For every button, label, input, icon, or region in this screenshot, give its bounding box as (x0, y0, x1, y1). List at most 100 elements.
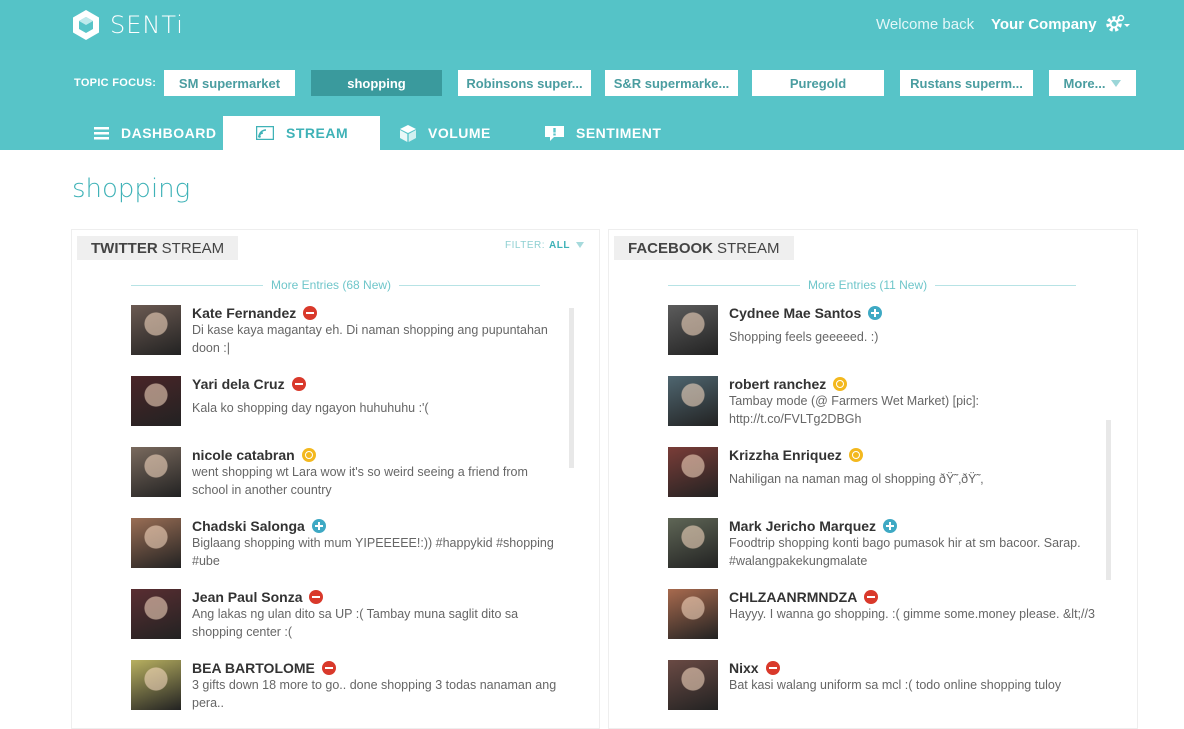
twitter-more-entries[interactable]: More Entries (68 New) (131, 278, 540, 292)
facebook-title-rest: STREAM (717, 239, 780, 257)
tab-dashboard[interactable]: DASHBOARD (94, 116, 217, 150)
twitter-title-bold: TWITTER (91, 239, 158, 257)
entry-author[interactable]: Mark Jericho Marquez (729, 518, 898, 534)
topic-more-dropdown[interactable]: More... (1049, 70, 1136, 96)
entry-text: Nahiligan na naman mag ol shopping ðŸ˜‚ð… (729, 472, 984, 486)
facebook-title-bold: FACEBOOK (628, 239, 714, 257)
entry-text: Biglaang shopping with mum YIPEEEEE!:)) … (192, 536, 554, 568)
entry-text: Foodtrip shopping konti bago pumasok hir… (729, 536, 1081, 568)
sentiment-neutral-icon (848, 448, 863, 462)
entry-text: Kala ko shopping day ngayon huhuhuhu :'( (192, 401, 429, 415)
twitter-more-entries-link[interactable]: More Entries (68 New) (271, 278, 391, 292)
filter-label: FILTER: (505, 240, 545, 251)
welcome-text: Welcome back (876, 16, 975, 33)
avatar[interactable] (668, 376, 718, 426)
author-name: Yari dela Cruz (192, 376, 285, 392)
avatar[interactable] (131, 447, 181, 497)
topic-puregold[interactable]: Puregold (752, 70, 884, 96)
topic-more-label: More... (1063, 75, 1106, 91)
avatar[interactable] (131, 589, 181, 639)
facebook-scrollbar[interactable] (1106, 420, 1111, 580)
menu-icon (94, 126, 109, 139)
cube-icon (400, 124, 416, 142)
avatar[interactable] (131, 518, 181, 568)
facebook-more-entries-link[interactable]: More Entries (11 New) (808, 278, 927, 292)
tab-volume[interactable]: VOLUME (400, 116, 491, 150)
author-name: Chadski Salonga (192, 518, 305, 534)
filter-value: ALL (548, 240, 570, 251)
topic-sm-supermarket[interactable]: SM supermarket (164, 70, 295, 96)
sentiment-positive-icon (311, 519, 326, 533)
entry-author[interactable]: Chadski Salonga (192, 518, 326, 534)
entry-author[interactable]: robert ranchez (729, 376, 848, 392)
author-name: BEA BARTOLOME (192, 660, 315, 676)
author-name: Krizzha Enriquez (729, 447, 842, 463)
divider (935, 284, 1076, 286)
sentiment-positive-icon (883, 519, 898, 533)
entry-author[interactable]: CHLZAANRMNDZA (729, 589, 879, 605)
author-name: Mark Jericho Marquez (729, 518, 877, 534)
avatar[interactable] (668, 660, 718, 710)
speech-bubble-icon (545, 125, 564, 141)
entry-text: Ang lakas ng ulan dito sa UP :( Tambay m… (192, 607, 519, 639)
twitter-scrollbar[interactable] (569, 308, 574, 468)
hexagon-logo-icon (73, 10, 99, 40)
avatar[interactable] (668, 589, 718, 639)
author-name: Cydnee Mae Santos (729, 305, 862, 321)
author-name: Jean Paul Sonza (192, 589, 303, 605)
entry-author[interactable]: Krizzha Enriquez (729, 447, 863, 463)
avatar[interactable] (668, 518, 718, 568)
divider (399, 284, 540, 286)
topic-shopping[interactable]: shopping (311, 70, 442, 96)
sentiment-negative-icon (309, 590, 324, 604)
sentiment-negative-icon (864, 590, 879, 604)
topic-sr-supermarket[interactable]: S&R supermarke... (605, 70, 738, 96)
entry-author[interactable]: Cydnee Mae Santos (729, 305, 883, 321)
entry-text: went shopping wt Lara wow it's so weird … (192, 465, 528, 497)
twitter-stream-header: TWITTER STREAM (77, 236, 239, 260)
entry-text: Bat kasi walang uniform sa mcl :( todo o… (729, 678, 1062, 692)
entry-author[interactable]: Kate Fernandez (192, 305, 318, 321)
sentiment-negative-icon (303, 306, 318, 320)
tab-stream[interactable]: STREAM (223, 116, 380, 150)
company-name[interactable]: Your Company (991, 16, 1097, 33)
chevron-down-icon (575, 242, 584, 249)
topic-robinsons-supermarket[interactable]: Robinsons super... (458, 70, 591, 96)
sentiment-neutral-icon (301, 448, 316, 462)
avatar[interactable] (131, 376, 181, 426)
avatar[interactable] (668, 447, 718, 497)
tab-sentiment-label: SENTIMENT (576, 125, 662, 141)
avatar[interactable] (668, 305, 718, 355)
sentiment-positive-icon (868, 306, 883, 320)
facebook-more-entries[interactable]: More Entries (11 New) (668, 278, 1076, 292)
author-name: CHLZAANRMNDZA (729, 589, 858, 605)
sentiment-neutral-icon (833, 377, 848, 391)
entry-author[interactable]: Jean Paul Sonza (192, 589, 324, 605)
entry-text: Tambay mode (@ Farmers Wet Market) [pic]… (729, 394, 980, 426)
stream-filter-dropdown[interactable]: FILTER: ALL (505, 240, 584, 251)
tab-volume-label: VOLUME (428, 125, 491, 141)
author-name: Nixx (729, 660, 759, 676)
entry-text: Di kase kaya magantay eh. Di naman shopp… (192, 323, 548, 355)
page-title: shopping (72, 174, 191, 204)
entry-author[interactable]: Yari dela Cruz (192, 376, 306, 392)
twitter-title-rest: STREAM (161, 239, 225, 257)
author-name: robert ranchez (729, 376, 827, 392)
app-name: SENTi (110, 11, 184, 39)
tab-sentiment[interactable]: SENTIMENT (545, 116, 661, 150)
entry-author[interactable]: nicole catabran (192, 447, 316, 463)
sentiment-negative-icon (765, 661, 780, 675)
divider (131, 284, 263, 286)
topic-focus-label: TOPIC FOCUS: (74, 77, 157, 89)
chevron-down-icon (1111, 79, 1122, 87)
app-logo[interactable]: SENTi (72, 9, 184, 41)
avatar[interactable] (131, 660, 181, 710)
tab-dashboard-label: DASHBOARD (121, 125, 217, 141)
entry-author[interactable]: BEA BARTOLOME (192, 660, 336, 676)
divider (668, 284, 800, 286)
entry-author[interactable]: Nixx (729, 660, 780, 676)
avatar[interactable] (131, 305, 181, 355)
settings-gear-icon[interactable] (1104, 13, 1130, 37)
topic-rustans-supermarket[interactable]: Rustans superm... (900, 70, 1033, 96)
entry-text: Hayyy. I wanna go shopping. :( gimme som… (729, 607, 1095, 621)
